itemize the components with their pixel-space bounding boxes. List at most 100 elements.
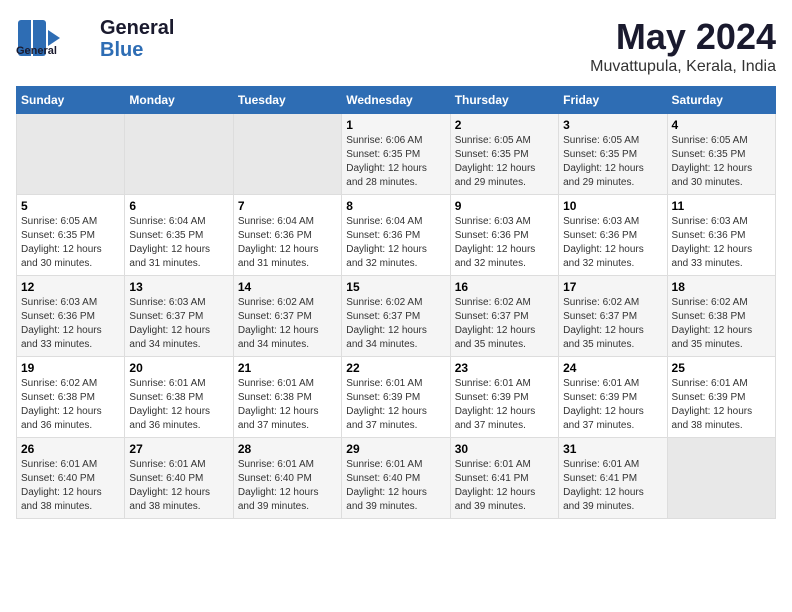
day-number: 1 bbox=[346, 118, 445, 132]
calendar-cell: 30Sunrise: 6:01 AM Sunset: 6:41 PM Dayli… bbox=[450, 438, 558, 519]
day-number: 20 bbox=[129, 361, 228, 375]
calendar-cell: 4 Sunrise: 6:05 AM Sunset: 6:35 PM Daylig… bbox=[667, 114, 775, 195]
calendar-cell: 2 Sunrise: 6:05 AM Sunset: 6:35 PM Daylig… bbox=[450, 114, 558, 195]
week-row-3: 19Sunrise: 6:02 AM Sunset: 6:38 PM Dayli… bbox=[17, 357, 776, 438]
day-info: Sunrise: 6:01 AM Sunset: 6:39 PM Dayligh… bbox=[346, 377, 445, 433]
day-number: 24 bbox=[563, 361, 662, 375]
calendar-header: SundayMondayTuesdayWednesdayThursdayFrid… bbox=[17, 87, 776, 114]
header-row: SundayMondayTuesdayWednesdayThursdayFrid… bbox=[17, 87, 776, 114]
week-row-2: 12Sunrise: 6:03 AM Sunset: 6:36 PM Dayli… bbox=[17, 276, 776, 357]
calendar-table: SundayMondayTuesdayWednesdayThursdayFrid… bbox=[16, 86, 776, 519]
day-info: Sunrise: 6:01 AM Sunset: 6:38 PM Dayligh… bbox=[238, 377, 337, 433]
logo-svg: General bbox=[16, 16, 96, 61]
day-number: 11 bbox=[672, 199, 771, 213]
day-number: 5 bbox=[21, 199, 120, 213]
day-number: 28 bbox=[238, 442, 337, 456]
day-info: Sunrise: 6:01 AM Sunset: 6:41 PM Dayligh… bbox=[563, 458, 662, 514]
subtitle: Muvattupula, Kerala, India bbox=[590, 58, 776, 76]
week-row-1: 5Sunrise: 6:05 AM Sunset: 6:35 PM Daylig… bbox=[17, 195, 776, 276]
calendar-cell: 9Sunrise: 6:03 AM Sunset: 6:36 PM Daylig… bbox=[450, 195, 558, 276]
calendar-cell: 26 Sunrise: 6:01 AM Sunset: 6:40 PM Dayli… bbox=[17, 438, 125, 519]
day-number: 2 bbox=[455, 118, 554, 132]
calendar-cell: 1 Sunrise: 6:06 AM Sunset: 6:35 PM Daylig… bbox=[342, 114, 450, 195]
header-cell-saturday: Saturday bbox=[667, 87, 775, 114]
day-number: 27 bbox=[129, 442, 228, 456]
calendar-cell: 31 Sunrise: 6:01 AM Sunset: 6:41 PM Dayli… bbox=[559, 438, 667, 519]
day-number: 29 bbox=[346, 442, 445, 456]
day-info: Sunrise: 6:01 AM Sunset: 6:40 PM Dayligh… bbox=[238, 458, 337, 514]
calendar-cell: 19Sunrise: 6:02 AM Sunset: 6:38 PM Dayli… bbox=[17, 357, 125, 438]
day-number: 15 bbox=[346, 280, 445, 294]
day-info: Sunrise: 6:01 AM Sunset: 6:39 PM Dayligh… bbox=[672, 377, 771, 433]
week-row-4: 26 Sunrise: 6:01 AM Sunset: 6:40 PM Dayli… bbox=[17, 438, 776, 519]
day-info: Sunrise: 6:01 AM Sunset: 6:40 PM Dayligh… bbox=[21, 458, 120, 514]
header-cell-monday: Monday bbox=[125, 87, 233, 114]
calendar-cell: 3 Sunrise: 6:05 AM Sunset: 6:35 PM Daylig… bbox=[559, 114, 667, 195]
calendar-cell: 14 Sunrise: 6:02 AM Sunset: 6:37 PM Dayli… bbox=[233, 276, 341, 357]
day-number: 3 bbox=[563, 118, 662, 132]
calendar-cell: 7 Sunrise: 6:04 AM Sunset: 6:36 PM Daylig… bbox=[233, 195, 341, 276]
day-info: Sunrise: 6:03 AM Sunset: 6:37 PM Dayligh… bbox=[129, 296, 228, 352]
calendar-cell: 10 Sunrise: 6:03 AM Sunset: 6:36 PM Dayli… bbox=[559, 195, 667, 276]
calendar-cell: 13Sunrise: 6:03 AM Sunset: 6:37 PM Dayli… bbox=[125, 276, 233, 357]
week-row-0: 1 Sunrise: 6:06 AM Sunset: 6:35 PM Daylig… bbox=[17, 114, 776, 195]
day-number: 19 bbox=[21, 361, 120, 375]
calendar-cell bbox=[17, 114, 125, 195]
header-cell-thursday: Thursday bbox=[450, 87, 558, 114]
day-info: Sunrise: 6:02 AM Sunset: 6:37 PM Dayligh… bbox=[238, 296, 337, 352]
calendar-cell: 8Sunrise: 6:04 AM Sunset: 6:36 PM Daylig… bbox=[342, 195, 450, 276]
logo-blue: Blue bbox=[100, 39, 174, 61]
day-number: 7 bbox=[238, 199, 337, 213]
header: GeneralGeneralBlue May 2024 Muvattupula,… bbox=[16, 16, 776, 76]
calendar-cell: 28 Sunrise: 6:01 AM Sunset: 6:40 PM Dayli… bbox=[233, 438, 341, 519]
day-number: 4 bbox=[672, 118, 771, 132]
calendar-cell: 17Sunrise: 6:02 AM Sunset: 6:37 PM Dayli… bbox=[559, 276, 667, 357]
day-info: Sunrise: 6:03 AM Sunset: 6:36 PM Dayligh… bbox=[563, 215, 662, 271]
svg-text:General: General bbox=[16, 45, 57, 57]
day-number: 9 bbox=[455, 199, 554, 213]
calendar-cell: 16Sunrise: 6:02 AM Sunset: 6:37 PM Dayli… bbox=[450, 276, 558, 357]
header-cell-wednesday: Wednesday bbox=[342, 87, 450, 114]
day-info: Sunrise: 6:02 AM Sunset: 6:38 PM Dayligh… bbox=[672, 296, 771, 352]
calendar-cell: 15 Sunrise: 6:02 AM Sunset: 6:37 PM Dayli… bbox=[342, 276, 450, 357]
header-cell-friday: Friday bbox=[559, 87, 667, 114]
calendar-cell: 5Sunrise: 6:05 AM Sunset: 6:35 PM Daylig… bbox=[17, 195, 125, 276]
day-number: 26 bbox=[21, 442, 120, 456]
day-info: Sunrise: 6:04 AM Sunset: 6:36 PM Dayligh… bbox=[238, 215, 337, 271]
day-info: Sunrise: 6:01 AM Sunset: 6:39 PM Dayligh… bbox=[563, 377, 662, 433]
calendar-cell: 21 Sunrise: 6:01 AM Sunset: 6:38 PM Dayli… bbox=[233, 357, 341, 438]
day-number: 10 bbox=[563, 199, 662, 213]
logo: GeneralGeneralBlue bbox=[16, 16, 174, 61]
header-cell-sunday: Sunday bbox=[17, 87, 125, 114]
calendar-cell: 22Sunrise: 6:01 AM Sunset: 6:39 PM Dayli… bbox=[342, 357, 450, 438]
day-info: Sunrise: 6:03 AM Sunset: 6:36 PM Dayligh… bbox=[672, 215, 771, 271]
day-number: 21 bbox=[238, 361, 337, 375]
header-cell-tuesday: Tuesday bbox=[233, 87, 341, 114]
day-info: Sunrise: 6:02 AM Sunset: 6:37 PM Dayligh… bbox=[346, 296, 445, 352]
day-info: Sunrise: 6:05 AM Sunset: 6:35 PM Dayligh… bbox=[455, 134, 554, 190]
day-number: 17 bbox=[563, 280, 662, 294]
day-number: 25 bbox=[672, 361, 771, 375]
day-number: 6 bbox=[129, 199, 228, 213]
day-number: 23 bbox=[455, 361, 554, 375]
calendar-cell: 6Sunrise: 6:04 AM Sunset: 6:35 PM Daylig… bbox=[125, 195, 233, 276]
day-number: 30 bbox=[455, 442, 554, 456]
day-info: Sunrise: 6:06 AM Sunset: 6:35 PM Dayligh… bbox=[346, 134, 445, 190]
calendar-cell: 23 Sunrise: 6:01 AM Sunset: 6:39 PM Dayli… bbox=[450, 357, 558, 438]
logo-general: General bbox=[100, 17, 174, 39]
day-info: Sunrise: 6:04 AM Sunset: 6:36 PM Dayligh… bbox=[346, 215, 445, 271]
day-info: Sunrise: 6:05 AM Sunset: 6:35 PM Dayligh… bbox=[563, 134, 662, 190]
day-info: Sunrise: 6:03 AM Sunset: 6:36 PM Dayligh… bbox=[21, 296, 120, 352]
calendar-cell bbox=[667, 438, 775, 519]
day-info: Sunrise: 6:01 AM Sunset: 6:38 PM Dayligh… bbox=[129, 377, 228, 433]
calendar-cell: 27Sunrise: 6:01 AM Sunset: 6:40 PM Dayli… bbox=[125, 438, 233, 519]
day-info: Sunrise: 6:05 AM Sunset: 6:35 PM Dayligh… bbox=[672, 134, 771, 190]
day-info: Sunrise: 6:02 AM Sunset: 6:37 PM Dayligh… bbox=[455, 296, 554, 352]
calendar-cell bbox=[233, 114, 341, 195]
day-number: 14 bbox=[238, 280, 337, 294]
day-info: Sunrise: 6:01 AM Sunset: 6:39 PM Dayligh… bbox=[455, 377, 554, 433]
calendar-cell: 24 Sunrise: 6:01 AM Sunset: 6:39 PM Dayli… bbox=[559, 357, 667, 438]
main-title: May 2024 bbox=[590, 16, 776, 58]
day-number: 31 bbox=[563, 442, 662, 456]
title-block: May 2024 Muvattupula, Kerala, India bbox=[590, 16, 776, 76]
